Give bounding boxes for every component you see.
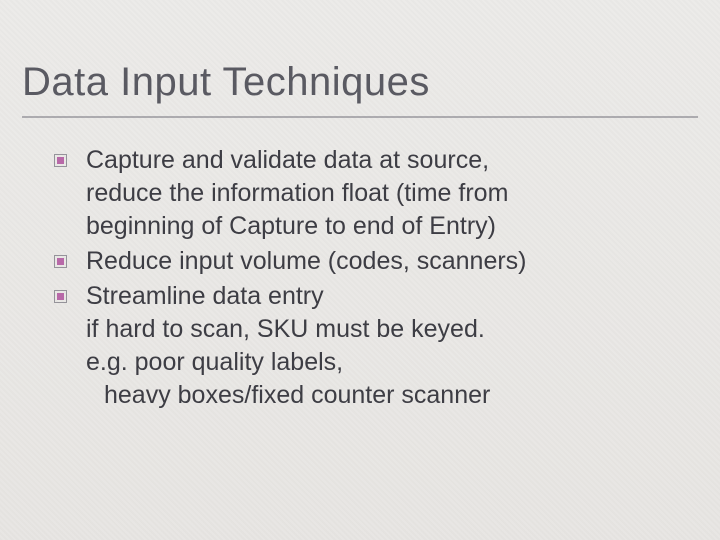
bullet-line: Streamline data entry (86, 280, 686, 313)
bullet-item: Capture and validate data at source, red… (86, 144, 686, 243)
bullet-icon (54, 255, 67, 268)
bullet-icon (54, 290, 67, 303)
bullet-item: Streamline data entry if hard to scan, S… (86, 280, 686, 412)
bullet-line: beginning of Capture to end of Entry) (86, 210, 686, 243)
bullet-subline: heavy boxes/fixed counter scanner (86, 379, 686, 412)
bullet-line: if hard to scan, SKU must be keyed. (86, 313, 686, 346)
slide: Data Input Techniques Capture and valida… (0, 0, 720, 540)
bullet-line: Reduce input volume (codes, scanners) (86, 245, 686, 278)
slide-body: Capture and validate data at source, red… (86, 144, 686, 414)
bullet-line: reduce the information float (time from (86, 177, 686, 210)
title-underline (22, 116, 698, 118)
bullet-item: Reduce input volume (codes, scanners) (86, 245, 686, 278)
bullet-line: e.g. poor quality labels, (86, 346, 686, 379)
bullet-line: Capture and validate data at source, (86, 144, 686, 177)
slide-title: Data Input Techniques (22, 60, 430, 105)
bullet-icon (54, 154, 67, 167)
